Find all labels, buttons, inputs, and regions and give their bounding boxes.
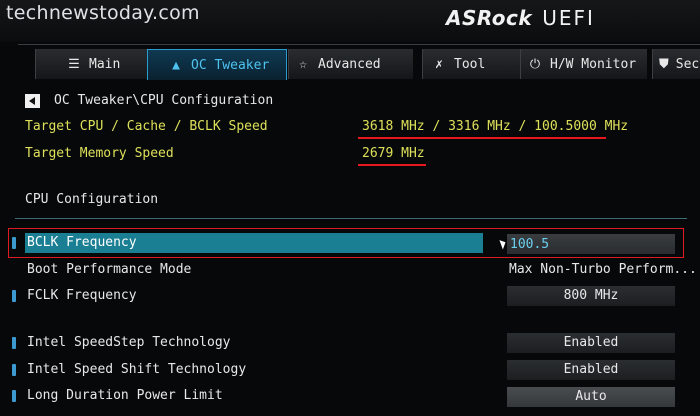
setting-value-intel-speedstep[interactable]: Enabled	[507, 333, 675, 353]
tab-hw-monitor[interactable]: ⏻ H/W Monitor	[520, 49, 647, 79]
breadcrumb: OC Tweaker\CPU Configuration	[54, 93, 274, 108]
tab-bar: ☰ Main ▲ OC Tweaker ☆ Advanced ✗ Tool ⏻ …	[18, 44, 700, 80]
setting-label-intel-speedstep[interactable]: Intel SpeedStep Technology	[27, 335, 231, 350]
row-marker	[12, 364, 16, 376]
rocket-icon: ▲	[172, 57, 180, 73]
list-icon: ☰	[68, 56, 80, 72]
tools-icon: ✗	[435, 56, 443, 72]
star-icon: ☆	[299, 56, 307, 72]
setting-value-long-duration-power-limit[interactable]: Auto	[507, 387, 675, 407]
target-mem-value: 2679 MHz	[362, 146, 425, 161]
brand-name: ASRock	[446, 6, 533, 30]
section-title: CPU Configuration	[25, 192, 159, 207]
target-cpu-value: 3618 MHz / 3316 MHz / 100.5000 MHz	[362, 119, 629, 134]
annotation-underline-mem	[358, 164, 426, 166]
brand-product: UEFI	[542, 6, 595, 30]
setting-value-fclk-frequency[interactable]: 800 MHz	[507, 286, 675, 306]
target-mem-label: Target Memory Speed	[25, 146, 174, 161]
title-bar: technewstoday.com ASRock UEFI	[0, 0, 700, 42]
divider	[15, 218, 687, 219]
setting-value-boot-performance-mode[interactable]: Max Non-Turbo Perform...	[509, 262, 697, 277]
setting-label-fclk-frequency[interactable]: FCLK Frequency	[27, 288, 137, 303]
tab-security[interactable]: ⛊ Secu	[652, 49, 700, 79]
setting-label-intel-speed-shift[interactable]: Intel Speed Shift Technology	[27, 362, 246, 377]
back-button[interactable]	[25, 94, 40, 108]
tab-advanced[interactable]: ☆ Advanced	[288, 49, 413, 79]
tab-label: Main	[89, 56, 121, 72]
setting-label-long-duration-power-limit[interactable]: Long Duration Power Limit	[27, 388, 223, 403]
annotation-box	[8, 228, 684, 258]
tab-label: H/W Monitor	[550, 56, 637, 72]
tab-oc-tweaker[interactable]: ▲ OC Tweaker	[147, 49, 287, 80]
row-marker	[12, 290, 16, 302]
setting-value-intel-speed-shift[interactable]: Enabled	[507, 360, 675, 380]
annotation-underline-cpu	[358, 137, 606, 139]
tab-label: Tool	[454, 56, 486, 72]
row-marker	[12, 337, 16, 349]
shield-icon: ⛊	[659, 56, 669, 72]
setting-label-boot-performance-mode[interactable]: Boot Performance Mode	[27, 262, 191, 277]
tab-label: Advanced	[318, 56, 381, 72]
row-marker	[12, 390, 16, 402]
tab-tool[interactable]: ✗ Tool	[422, 49, 531, 79]
brand-logo: ASRock UEFI	[446, 6, 595, 30]
watermark-text: technewstoday.com	[6, 2, 200, 24]
tab-label: OC Tweaker	[191, 57, 270, 73]
target-cpu-label: Target CPU / Cache / BCLK Speed	[25, 119, 268, 134]
power-icon: ⏻	[529, 56, 541, 72]
tab-label: Secu	[675, 56, 700, 72]
